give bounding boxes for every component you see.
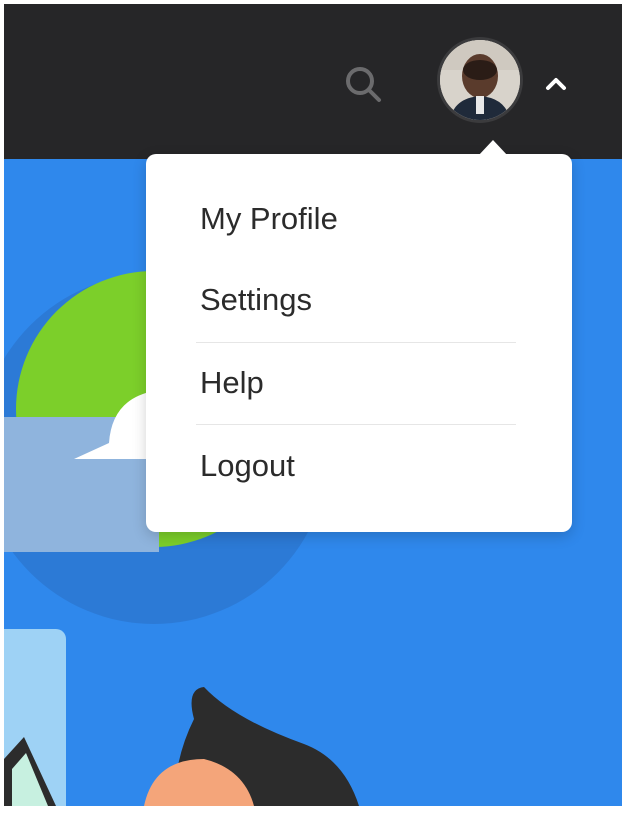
menu-divider [196,424,516,425]
menu-item-settings[interactable]: Settings [200,280,520,320]
menu-divider [196,342,516,343]
profile-dropdown-menu: My Profile Settings Help Logout [146,140,572,532]
top-navigation-bar [4,4,622,159]
avatar-photo [440,40,520,120]
menu-item-my-profile[interactable]: My Profile [200,199,520,239]
search-icon[interactable] [341,62,385,106]
menu-item-logout[interactable]: Logout [200,446,520,486]
dropdown-caret [478,140,508,156]
user-avatar[interactable] [440,40,520,120]
menu-item-help[interactable]: Help [200,363,520,403]
app-window: My Profile Settings Help Logout [4,4,622,806]
chevron-up-icon[interactable] [542,72,570,96]
